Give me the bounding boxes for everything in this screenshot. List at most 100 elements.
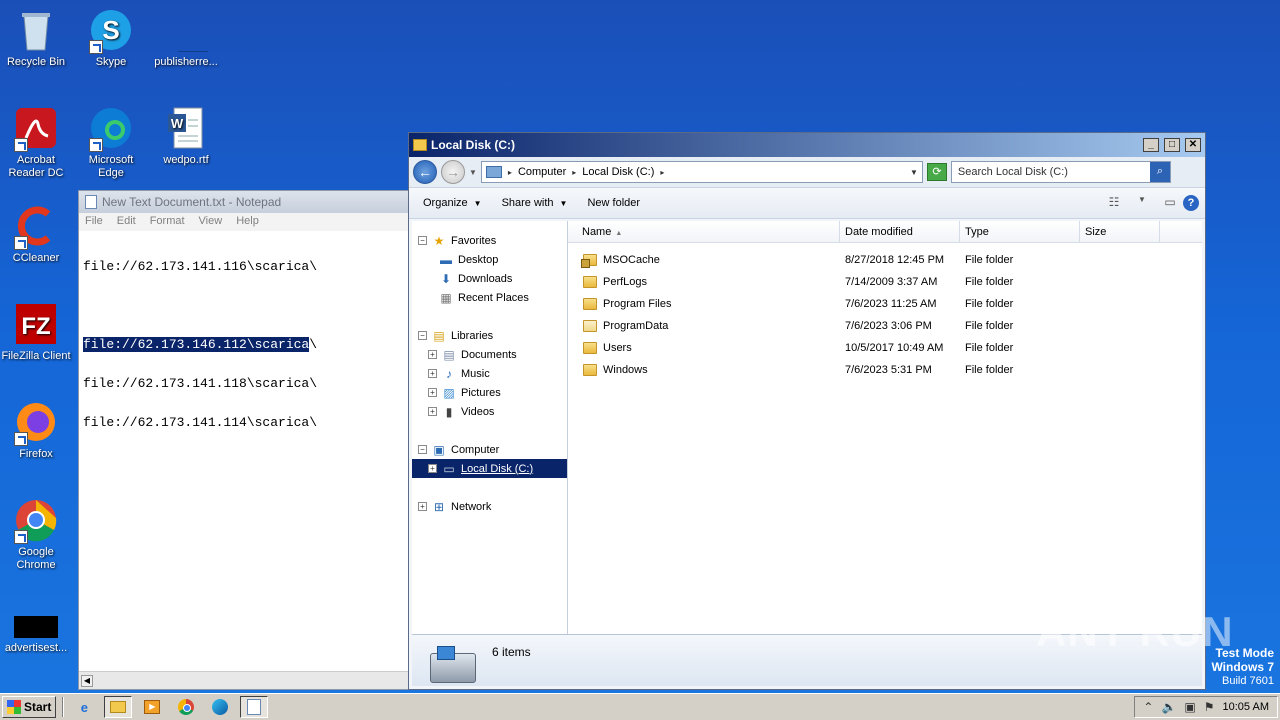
breadcrumb-local-disk[interactable]: Local Disk (C:) [582,166,654,178]
expand-icon[interactable]: + [428,407,437,416]
taskbar-ie-icon[interactable]: e [70,696,98,718]
explorer-body: − ★ Favorites ▬ Desktop ⬇ Downloads ▦ Recent … [412,221,1202,635]
volume-icon[interactable]: 🔈 [1161,700,1176,714]
nav-computer[interactable]: − ▣ Computer [412,440,567,459]
notepad-window[interactable]: New Text Document.txt - Notepad File Edi… [78,190,412,690]
nav-downloads[interactable]: ⬇ Downloads [412,269,567,288]
file-row[interactable]: Program Files 7/6/2023 11:25 AM File fol… [568,293,1202,315]
notepad-text-area[interactable]: file://62.173.141.116\scarica\ file://62… [79,231,411,458]
taskbar-media-player-button[interactable]: ▶ [138,696,166,718]
file-date: 10/5/2017 10:49 AM [845,342,944,354]
explorer-window[interactable]: Local Disk (C:) _ □ ✕ ← → ▼ ▸ Computer ▸… [408,132,1206,690]
shortcut-arrow-icon [14,530,28,544]
taskbar-explorer-button[interactable] [104,696,133,718]
desktop-icon-publisherre[interactable]: publisherre... [150,8,222,69]
close-button[interactable]: ✕ [1185,138,1201,152]
forward-button[interactable]: → [441,160,465,184]
desktop-icon-ccleaner[interactable]: CCleaner [0,204,72,265]
nav-favorites[interactable]: − ★ Favorites [412,231,567,250]
desktop-icon-acrobat[interactable]: Acrobat Reader DC [0,106,72,180]
menu-help[interactable]: Help [236,215,259,229]
nav-label: Network [451,500,492,513]
taskbar-notepad-button[interactable] [240,696,269,718]
collapse-icon[interactable]: − [418,236,427,245]
column-type[interactable]: Type [960,221,1080,242]
clock[interactable]: 10:05 AM [1223,701,1269,713]
drive-icon: ▭ [443,461,455,476]
back-button[interactable]: ← [413,160,437,184]
nav-music[interactable]: + ♪ Music [412,364,567,383]
view-options-icon[interactable]: ☷ [1105,195,1123,211]
address-dropdown-icon[interactable]: ▼ [910,168,918,177]
notepad-titlebar[interactable]: New Text Document.txt - Notepad [79,191,411,213]
menu-view[interactable]: View [199,215,223,229]
help-icon[interactable]: ? [1183,195,1199,211]
desktop-icon-chrome[interactable]: Google Chrome [0,498,72,572]
nav-recent-places[interactable]: ▦ Recent Places [412,288,567,307]
scroll-left-arrow-icon[interactable]: ◀ [81,675,93,687]
desktop-icon-advertisest[interactable]: advertisest... [0,610,72,655]
breadcrumb-separator-icon[interactable]: ▸ [508,168,512,177]
nav-network[interactable]: + ⊞ Network [412,497,567,516]
start-button[interactable]: Start [2,696,57,718]
search-icon[interactable]: ⌕ [1149,162,1170,182]
breadcrumb-separator-icon[interactable]: ▸ [660,168,664,177]
recent-pages-dropdown-icon[interactable]: ▼ [469,168,477,177]
desktop-icon-filezilla[interactable]: FZ FileZilla Client [0,302,72,363]
action-center-flag-icon[interactable]: ⚑ [1204,700,1215,714]
menu-edit[interactable]: Edit [117,215,136,229]
explorer-titlebar[interactable]: Local Disk (C:) _ □ ✕ [409,133,1205,157]
search-input[interactable]: Search Local Disk (C:) ⌕ [950,161,1171,183]
notepad-icon [85,195,97,209]
acrobat-icon [14,106,58,152]
search-placeholder: Search Local Disk (C:) [957,166,1068,178]
expand-icon[interactable]: + [428,369,437,378]
file-row[interactable]: PerfLogs 7/14/2009 3:37 AM File folder [568,271,1202,293]
show-hidden-icons-icon[interactable]: ⌃ [1143,700,1153,714]
file-row[interactable]: Windows 7/6/2023 5:31 PM File folder [568,359,1202,381]
expand-icon[interactable]: + [428,350,437,359]
nav-videos[interactable]: + ▮ Videos [412,402,567,421]
breadcrumb-computer[interactable]: Computer [518,166,566,178]
menu-file[interactable]: File [85,215,103,229]
nav-pictures[interactable]: + ▨ Pictures [412,383,567,402]
recent-places-icon: ▦ [440,290,452,305]
desktop-icon-edge[interactable]: Microsoft Edge [75,106,147,180]
organize-button[interactable]: Organize ▼ [415,194,490,212]
file-row[interactable]: MSOCache 8/27/2018 12:45 PM File folder [568,249,1202,271]
view-dropdown-icon[interactable]: ▼ [1133,195,1151,211]
file-row[interactable]: Users 10/5/2017 10:49 AM File folder [568,337,1202,359]
nav-desktop[interactable]: ▬ Desktop [412,250,567,269]
expand-icon[interactable]: + [418,502,427,511]
desktop-icon-recycle-bin[interactable]: Recycle Bin [0,8,72,69]
file-type: File folder [965,276,1014,288]
desktop-icon-firefox[interactable]: Firefox [0,400,72,461]
column-date-modified[interactable]: Date modified [840,221,960,242]
address-bar[interactable]: ▸ Computer ▸ Local Disk (C:) ▸ ▼ [480,161,923,183]
refresh-button[interactable]: ⟳ [926,163,947,181]
collapse-icon[interactable]: − [418,331,427,340]
nav-local-disk[interactable]: + ▭ Local Disk (C:) [412,459,567,478]
collapse-icon[interactable]: − [418,445,427,454]
network-icon: ⊞ [433,499,445,514]
menu-format[interactable]: Format [150,215,185,229]
nav-documents[interactable]: + ▤ Documents [412,345,567,364]
desktop-icon-skype[interactable]: S Skype [75,8,147,69]
network-status-icon[interactable]: ▣ [1184,700,1195,714]
breadcrumb-separator-icon[interactable]: ▸ [572,168,576,177]
new-folder-button[interactable]: New folder [579,194,648,212]
column-name[interactable]: Name ▲ [568,221,840,242]
horizontal-scrollbar[interactable]: ◀ [79,671,411,689]
taskbar-edge-button[interactable] [206,696,234,718]
expand-icon[interactable]: + [428,464,437,473]
file-row[interactable]: ProgramData 7/6/2023 3:06 PM File folder [568,315,1202,337]
minimize-button[interactable]: _ [1143,138,1159,152]
nav-libraries[interactable]: − ▤ Libraries [412,326,567,345]
share-with-button[interactable]: Share with ▼ [494,194,576,212]
expand-icon[interactable]: + [428,388,437,397]
preview-pane-icon[interactable]: ▭ [1161,195,1179,211]
desktop-icon-wedpo[interactable]: W wedpo.rtf [150,106,222,167]
maximize-button[interactable]: □ [1164,138,1180,152]
column-size[interactable]: Size [1080,221,1160,242]
taskbar-chrome-button[interactable] [172,696,200,718]
